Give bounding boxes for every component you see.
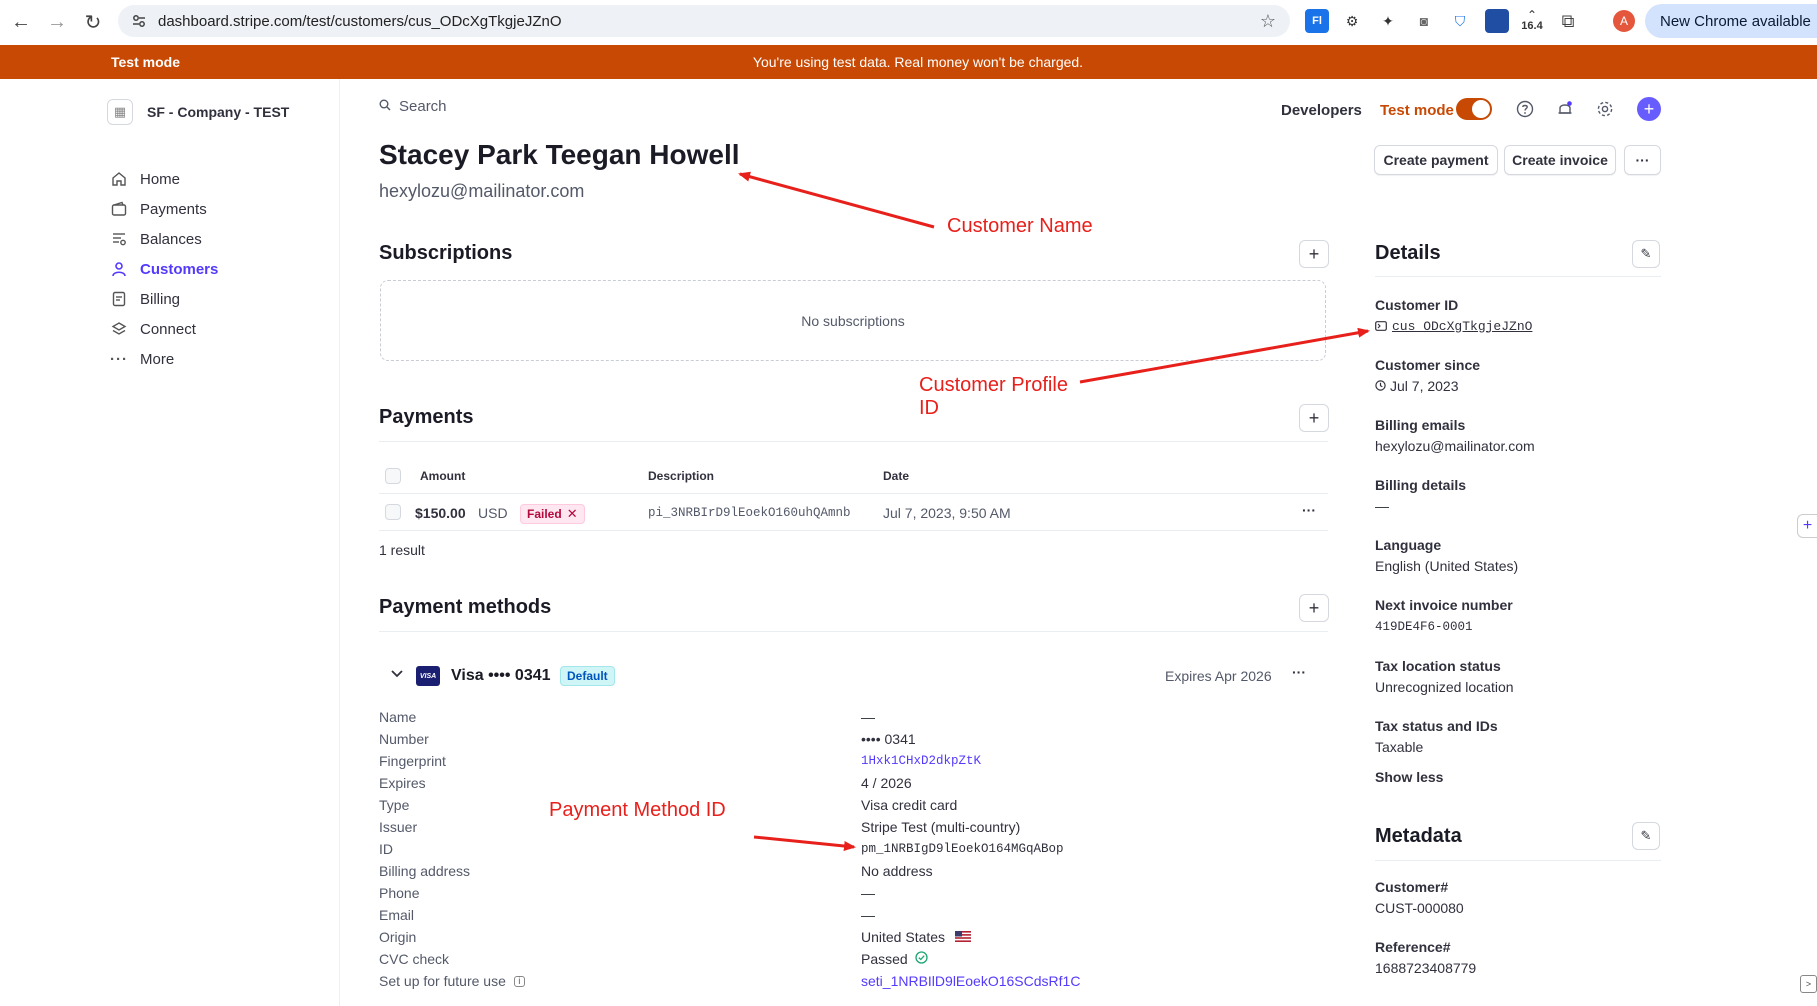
arrow-to-customer-id [1079, 327, 1370, 384]
annotation-profile-id-line2: ID [919, 397, 939, 419]
annotation-arrows [738, 171, 1370, 851]
arrow-to-customer-name [738, 171, 935, 229]
arrow-to-payment-method-id [753, 835, 856, 851]
annotation-payment-method-id: Payment Method ID [549, 799, 726, 821]
annotation-customer-name: Customer Name [947, 215, 1093, 237]
annotation-profile-id: Customer Profile [919, 374, 1068, 396]
